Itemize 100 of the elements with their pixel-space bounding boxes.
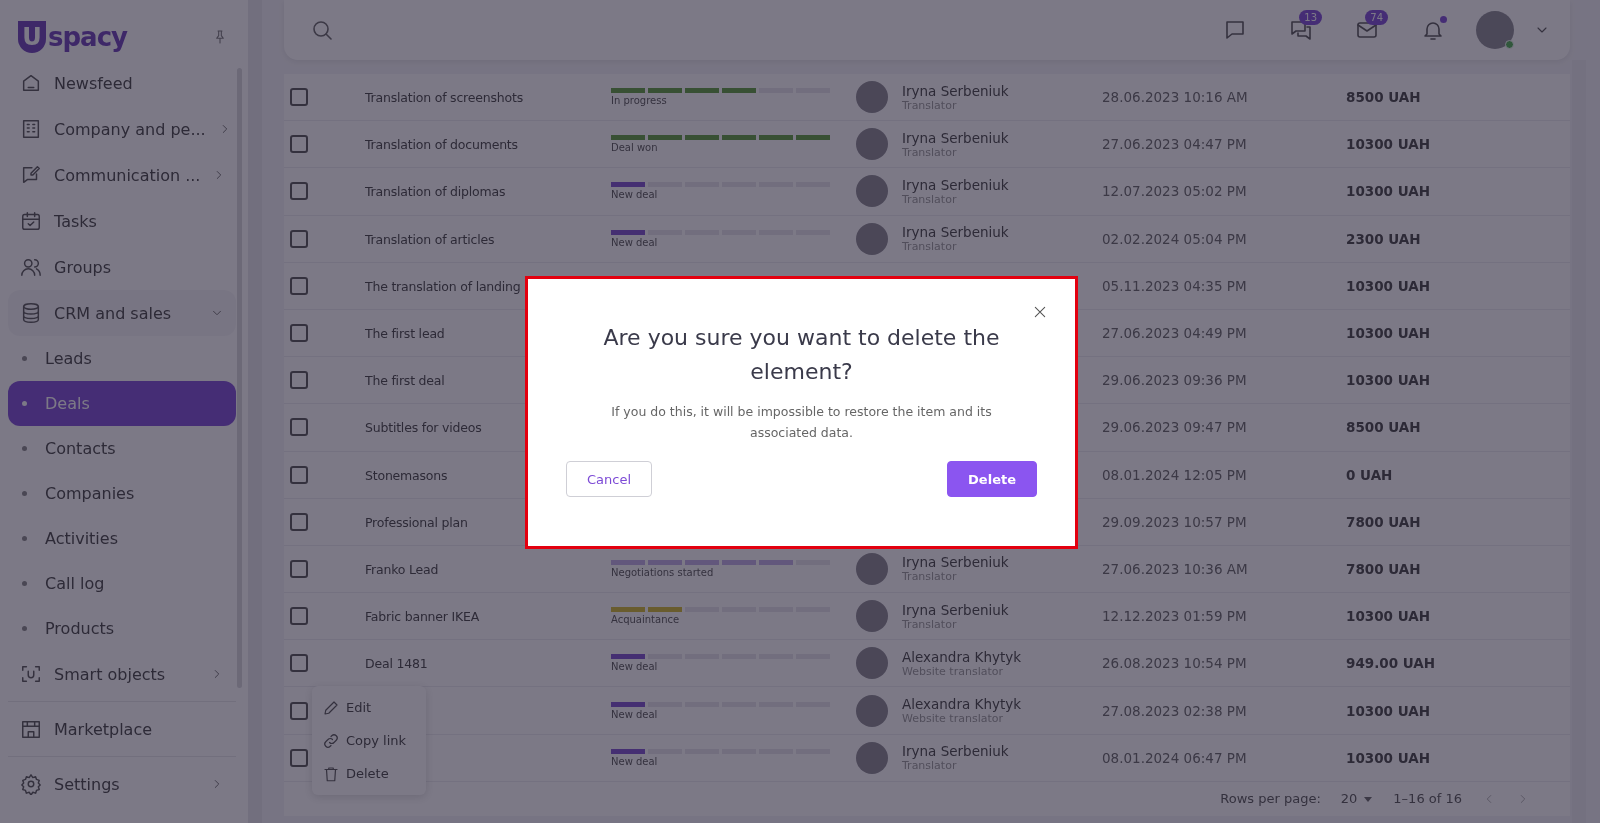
amount-cell: 2300 UAH — [1346, 230, 1421, 247]
menu-item[interactable]: Delete — [322, 760, 416, 787]
amount-cell: 10300 UAH — [1346, 136, 1430, 153]
sidebar-item[interactable]: CRM and sales — [8, 290, 236, 336]
sidebar-subitem[interactable]: Contacts — [8, 426, 236, 471]
cancel-button[interactable]: Cancel — [566, 461, 653, 497]
deal-name[interactable]: The translation of landing — [365, 278, 521, 294]
sidebar-item[interactable]: Newsfeed — [8, 60, 236, 106]
amount-cell: 10300 UAH — [1346, 183, 1430, 200]
amount-cell: 10300 UAH — [1346, 277, 1430, 294]
date-cell: 08.01.2024 06:47 PM — [1102, 749, 1247, 766]
deal-name[interactable]: Translation of articles — [365, 231, 495, 247]
sidebar-subitem[interactable]: Call log — [8, 561, 236, 606]
sidebar-item[interactable]: Communication ... — [8, 152, 236, 198]
home-icon — [20, 72, 42, 94]
date-cell: 12.12.2023 01:59 PM — [1102, 608, 1247, 625]
deal-name[interactable]: Translation of screenshots — [365, 90, 523, 106]
sidebar-subitem[interactable]: Products — [8, 606, 236, 651]
row-checkbox[interactable] — [290, 324, 308, 343]
row-checkbox[interactable] — [290, 654, 308, 673]
person-name: Alexandra Khytyk — [902, 696, 1022, 713]
date-cell: 28.06.2023 10:16 AM — [1102, 89, 1248, 106]
sidebar-item[interactable]: Settings — [8, 761, 236, 807]
menu-item[interactable]: Copy link — [322, 727, 416, 754]
date-cell: 26.08.2023 10:54 PM — [1102, 655, 1247, 672]
sidebar-subitem[interactable]: Leads — [8, 336, 236, 381]
date-cell: 12.07.2023 05:02 PM — [1102, 183, 1247, 200]
sidebar-subitem[interactable]: Deals — [8, 381, 236, 426]
deal-name[interactable]: Fabric banner IKEA — [365, 609, 480, 625]
date-cell: 05.11.2023 04:35 PM — [1102, 277, 1247, 294]
person-name: Iryna Serbeniuk — [902, 743, 1009, 760]
deal-name[interactable]: The first deal — [365, 373, 445, 389]
date-cell: 27.06.2023 04:47 PM — [1102, 136, 1247, 153]
person-name: Iryna Serbeniuk — [902, 601, 1009, 618]
deal-name[interactable]: Translation of diplomas — [365, 184, 506, 200]
sidebar-subitem[interactable]: Activities — [8, 516, 236, 561]
deal-name[interactable]: The first lead — [365, 326, 445, 342]
amount-cell: 8500 UAH — [1346, 419, 1421, 436]
person-name: Iryna Serbeniuk — [902, 554, 1009, 571]
row-checkbox[interactable] — [290, 512, 308, 531]
avatar — [856, 741, 888, 774]
date-cell: 27.08.2023 02:38 PM — [1102, 702, 1247, 719]
amount-cell: 7800 UAH — [1346, 513, 1421, 530]
rows-per-page-select[interactable]: 20 — [1340, 791, 1374, 807]
sidebar-item[interactable]: Marketplace — [8, 706, 236, 752]
app-logo[interactable]: U spacy — [18, 21, 127, 53]
count-badge: 13 — [1299, 10, 1322, 25]
amount-cell: 8500 UAH — [1346, 89, 1421, 106]
row-checkbox[interactable] — [290, 418, 308, 437]
date-cell: 29.06.2023 09:36 PM — [1102, 372, 1247, 389]
deal-name[interactable]: Franko Lead — [365, 561, 439, 577]
date-cell: 27.06.2023 10:36 AM — [1102, 560, 1248, 577]
count-badge: 74 — [1365, 10, 1388, 25]
deal-name[interactable]: Translation of documents — [365, 137, 518, 153]
row-checkbox[interactable] — [290, 465, 308, 484]
sidebar-subitem[interactable]: Companies — [8, 471, 236, 516]
row-checkbox[interactable] — [290, 559, 308, 578]
delete-button[interactable]: Delete — [947, 461, 1037, 497]
row-checkbox[interactable] — [290, 701, 308, 720]
stage-label: New deal — [611, 189, 659, 201]
database-icon — [20, 302, 42, 324]
sidebar-item[interactable]: Groups — [8, 244, 236, 290]
amount-cell: 10300 UAH — [1346, 749, 1430, 766]
page-range: 1–16 of 16 — [1393, 791, 1462, 807]
deal-name[interactable]: Professional plan — [365, 514, 468, 530]
row-checkbox[interactable] — [290, 88, 308, 107]
stage-label: Deal won — [611, 142, 659, 154]
search-icon[interactable] — [310, 18, 334, 42]
deal-name[interactable]: Deal 1481 — [365, 656, 428, 672]
sidebar-item[interactable]: Company and pe... — [8, 106, 236, 152]
store-icon — [20, 718, 42, 740]
row-checkbox[interactable] — [290, 607, 308, 626]
date-cell: 02.02.2024 05:04 PM — [1102, 230, 1247, 247]
mail-button[interactable]: 74 — [1344, 10, 1390, 50]
row-checkbox[interactable] — [290, 276, 308, 295]
sidebar-item[interactable]: Tasks — [8, 198, 236, 244]
row-checkbox[interactable] — [290, 182, 308, 201]
person-name: Iryna Serbeniuk — [902, 129, 1009, 146]
chat-bubbles-button[interactable]: 13 — [1278, 10, 1324, 50]
user-avatar[interactable] — [1476, 11, 1514, 49]
avatar — [856, 222, 888, 255]
menu-item[interactable]: Edit — [322, 694, 416, 721]
scan-face-icon — [20, 663, 42, 685]
person-name: Iryna Serbeniuk — [902, 176, 1009, 193]
row-checkbox[interactable] — [290, 371, 308, 390]
row-checkbox[interactable] — [290, 748, 308, 767]
avatar — [856, 694, 888, 727]
stage-label: In progress — [611, 95, 668, 107]
row-checkbox[interactable] — [290, 229, 308, 248]
trash-icon — [322, 764, 340, 783]
scrollbar[interactable] — [237, 68, 242, 688]
stage-label: New deal — [611, 708, 659, 720]
avatar — [856, 600, 888, 633]
sidebar-item[interactable]: Smart objects — [8, 651, 236, 697]
row-checkbox[interactable] — [290, 135, 308, 154]
avatar — [856, 128, 888, 161]
deal-name[interactable]: Stonemasons — [365, 467, 448, 483]
building-icon — [20, 118, 42, 140]
deal-name[interactable]: Subtitles for videos — [365, 420, 482, 436]
amount-cell: 10300 UAH — [1346, 372, 1430, 389]
